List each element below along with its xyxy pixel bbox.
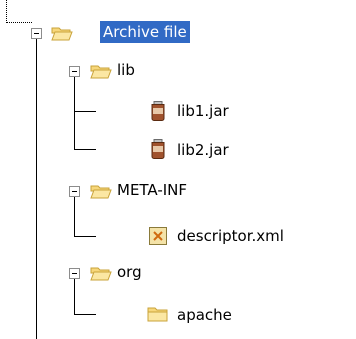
tree-line-top [6,22,32,23]
tree-line-apache [74,314,96,315]
folder-open-icon [90,264,112,282]
collapse-toggle-org[interactable] [69,268,80,279]
tree-item-descriptor-xml[interactable]: descriptor.xml [174,225,287,247]
tree-item-lib1-jar[interactable]: lib1.jar [174,100,232,122]
jar-icon [147,139,169,159]
tree-line-lib1 [74,111,96,112]
tree-line-descriptor [74,236,96,237]
collapse-toggle-meta-inf[interactable] [69,186,80,197]
folder-open-icon [51,24,73,42]
tree-item-lib2-jar[interactable]: lib2.jar [174,139,232,161]
tree-item-meta-inf[interactable]: META-INF [114,179,190,201]
tree-line-lib2 [74,149,96,150]
tree-line-lib-children [74,77,75,149]
tree-line-meta-children [74,196,75,236]
tree-line-root-branch [36,36,37,339]
tree-item-archive-file[interactable]: Archive file [100,21,190,43]
folder-closed-icon [147,305,169,323]
tree-line-org-children [74,279,75,314]
folder-open-icon [90,62,112,80]
jar-icon [147,101,169,121]
xml-file-icon [148,226,170,245]
tree-item-org[interactable]: org [114,261,145,283]
tree-item-apache[interactable]: apache [174,304,235,326]
collapse-toggle-lib[interactable] [69,66,80,77]
folder-open-icon [90,182,112,200]
collapse-toggle-root[interactable] [31,28,42,39]
tree-item-lib[interactable]: lib [114,59,138,81]
tree-line-left-edge [6,0,7,23]
archive-tree-view: Archive file lib lib1.jar lib2.jar META-… [0,0,356,339]
